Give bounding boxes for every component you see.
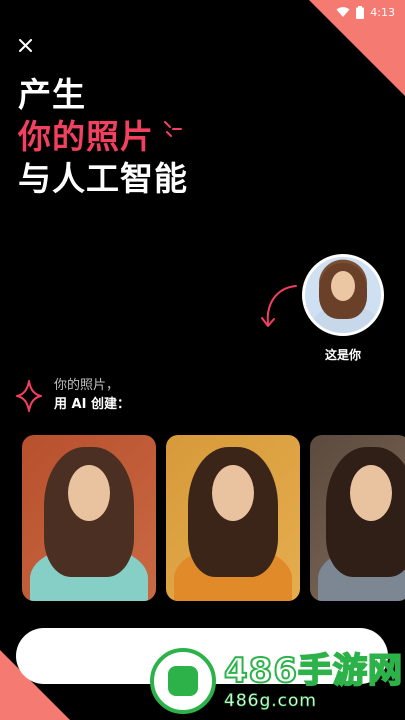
- status-time: 4:13: [370, 5, 395, 19]
- headline-line-1: 产生: [18, 75, 86, 114]
- sample-photo-card[interactable]: [166, 435, 300, 601]
- sparkle-lines-icon: [164, 121, 182, 137]
- sparkle-star-icon: [16, 380, 42, 412]
- headline-line-3: 与人工智能: [18, 159, 188, 198]
- sample-photo-card[interactable]: [310, 435, 405, 601]
- watermark-logo-icon: [150, 648, 216, 714]
- sample-photo-card[interactable]: [22, 435, 156, 601]
- close-icon: [18, 38, 32, 52]
- avatar: [302, 254, 384, 336]
- create-label-line-2: 用 AI 创建：: [54, 397, 130, 412]
- avatar-caption: 这是你: [324, 348, 361, 362]
- watermark: 486手游网 486g.com: [150, 648, 403, 714]
- curved-arrow-icon: [261, 285, 297, 327]
- battery-icon: [356, 5, 365, 19]
- create-label: 你的照片， 用 AI 创建：: [54, 376, 130, 414]
- create-label-line-1: 你的照片，: [54, 378, 120, 393]
- sample-cards: [22, 435, 405, 601]
- status-bar: 4:13: [336, 0, 405, 24]
- wifi-icon: [336, 6, 350, 18]
- close-button[interactable]: [14, 34, 36, 56]
- watermark-domain: 486g.com: [224, 691, 317, 712]
- watermark-brand: 486手游网: [223, 650, 403, 692]
